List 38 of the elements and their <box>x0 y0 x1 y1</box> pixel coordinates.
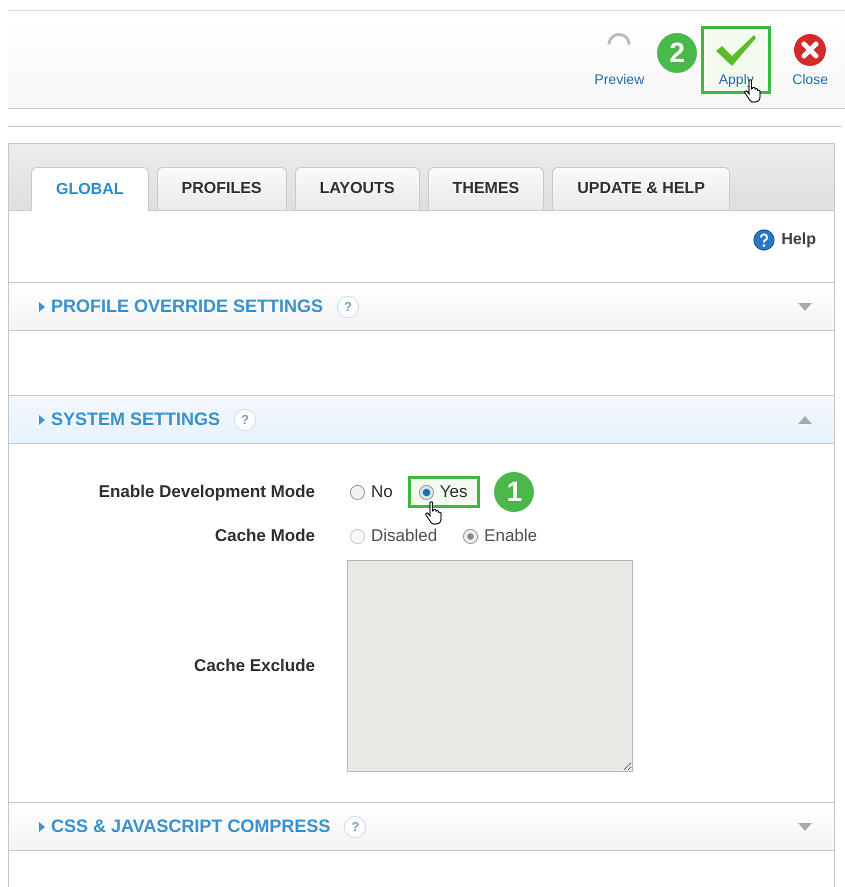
radio-button[interactable] <box>350 484 365 500</box>
checkmark-icon <box>714 32 758 66</box>
question-icon[interactable]: ? <box>234 408 256 430</box>
close-button[interactable]: Close <box>779 26 841 94</box>
step-badge: 2 <box>657 32 698 72</box>
tab[interactable]: LAYOUTS <box>294 167 420 210</box>
question-icon[interactable]: ? <box>344 816 366 838</box>
caret-icon <box>39 302 45 312</box>
help-button[interactable]: Help <box>753 228 816 250</box>
tab[interactable]: UPDATE & HELP <box>552 167 730 210</box>
tab[interactable]: GLOBAL <box>31 167 149 211</box>
radio-label: Disabled <box>371 526 438 546</box>
tab[interactable]: PROFILES <box>156 167 287 210</box>
step-badge: 1 <box>494 472 534 512</box>
caret-icon <box>39 414 45 424</box>
field-label: Cache Mode <box>214 526 315 546</box>
field-label: Enable Development Mode <box>98 482 315 502</box>
collapse-arrow-icon[interactable] <box>798 416 812 424</box>
section-title: CSS & JAVASCRIPT COMPRESS <box>51 816 330 837</box>
expand-arrow-icon[interactable] <box>798 822 812 830</box>
field-label: Cache Exclude <box>193 656 315 676</box>
caret-icon <box>39 822 45 832</box>
section-title: PROFILE OVERRIDE SETTINGS <box>51 296 324 317</box>
question-icon[interactable]: ? <box>337 296 360 318</box>
hand-cursor-icon <box>424 501 443 525</box>
expand-arrow-icon[interactable] <box>798 302 812 310</box>
preview-button[interactable]: Preview <box>581 26 658 94</box>
radio-label: Enable <box>484 526 538 546</box>
radio-label: No <box>371 482 393 502</box>
radio-option[interactable]: No <box>339 476 406 508</box>
tab[interactable]: THEMES <box>428 167 544 210</box>
close-icon <box>793 32 828 66</box>
radio-label: Yes <box>440 482 468 502</box>
section-header[interactable]: SYSTEM SETTINGS ? <box>9 396 834 444</box>
radio-button[interactable] <box>418 484 434 500</box>
spinner-icon <box>607 32 632 46</box>
section-title: SYSTEM SETTINGS <box>51 409 220 430</box>
help-icon <box>753 228 776 250</box>
